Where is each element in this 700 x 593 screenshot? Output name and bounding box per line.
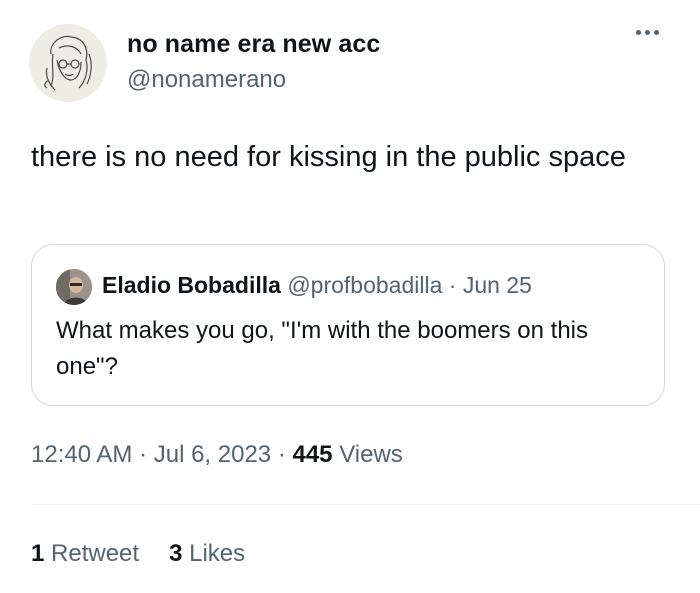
retweets-label: Retweet	[44, 540, 140, 567]
likes-label: Likes	[182, 540, 246, 567]
retweets-stat[interactable]: 1 Retweet	[31, 540, 139, 568]
avatar-sketch-icon	[29, 24, 107, 102]
likes-count: 3	[169, 540, 183, 567]
tweet-meta: 12:40 AM · Jul 6, 2023 · 445 Views	[31, 441, 403, 469]
more-dot	[654, 30, 659, 35]
engagement-stats: 1 Retweet 3 Likes	[31, 540, 245, 568]
more-dot	[645, 30, 650, 35]
more-dot	[636, 30, 641, 35]
views-count[interactable]: 445	[292, 441, 332, 468]
views-label[interactable]: Views	[333, 441, 403, 468]
tweet-date[interactable]: Jul 6, 2023	[154, 441, 271, 468]
meta-separator: ·	[271, 441, 293, 468]
quoted-header: Eladio Bobadilla @profbobadilla · Jun 25	[102, 272, 532, 299]
tweet-time[interactable]: 12:40 AM	[31, 441, 132, 468]
author-handle[interactable]: @nonamerano	[127, 66, 286, 94]
divider	[31, 504, 700, 505]
quoted-text: What makes you go, "I'm with the boomers…	[56, 317, 588, 380]
quoted-handle[interactable]: @profbobadilla	[287, 272, 442, 298]
more-options-icon[interactable]	[636, 30, 659, 35]
author-display-name[interactable]: no name era new acc	[127, 30, 380, 59]
likes-stat[interactable]: 3 Likes	[169, 540, 245, 568]
quoted-date[interactable]: Jun 25	[463, 272, 532, 298]
quoted-avatar[interactable]	[56, 269, 92, 305]
quoted-display-name[interactable]: Eladio Bobadilla	[102, 272, 281, 298]
tweet-text: there is no need for kissing in the publ…	[31, 141, 626, 173]
retweets-count: 1	[31, 540, 45, 567]
quoted-avatar-photo-icon	[56, 269, 92, 305]
quoted-separator: ·	[442, 272, 463, 298]
avatar[interactable]	[29, 24, 107, 102]
meta-separator: ·	[132, 441, 154, 468]
quoted-tweet[interactable]: Eladio Bobadilla @profbobadilla · Jun 25…	[31, 244, 665, 406]
